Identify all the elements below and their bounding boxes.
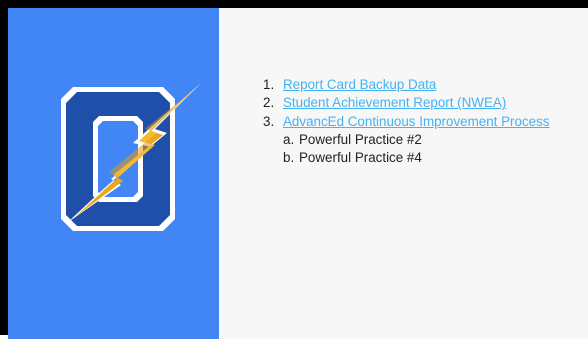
student-achievement-report-link[interactable]: Student Achievement Report (NWEA) bbox=[283, 95, 506, 110]
slide-frame: Report Card Backup Data Student Achievem… bbox=[0, 0, 588, 339]
slide: Report Card Backup Data Student Achievem… bbox=[8, 8, 588, 339]
left-color-panel bbox=[8, 8, 219, 339]
sub-list-item: Powerful Practice #4 bbox=[283, 149, 422, 168]
list-item: Report Card Backup Data bbox=[263, 76, 563, 95]
list-item: Student Achievement Report (NWEA) bbox=[263, 94, 563, 113]
o-lightning-bolt-logo-icon bbox=[61, 83, 201, 231]
sub-list-item: Powerful Practice #2 bbox=[283, 131, 422, 150]
advanced-continuous-improvement-link[interactable]: AdvancEd Continuous Improvement Process bbox=[283, 114, 549, 129]
agenda-list: Report Card Backup Data Student Achievem… bbox=[263, 76, 563, 168]
report-card-backup-data-link[interactable]: Report Card Backup Data bbox=[283, 77, 436, 92]
list-item: AdvancEd Continuous Improvement Process … bbox=[263, 113, 563, 168]
slide-content: Report Card Backup Data Student Achievem… bbox=[263, 76, 563, 168]
sub-list: Powerful Practice #2 Powerful Practice #… bbox=[283, 131, 563, 168]
